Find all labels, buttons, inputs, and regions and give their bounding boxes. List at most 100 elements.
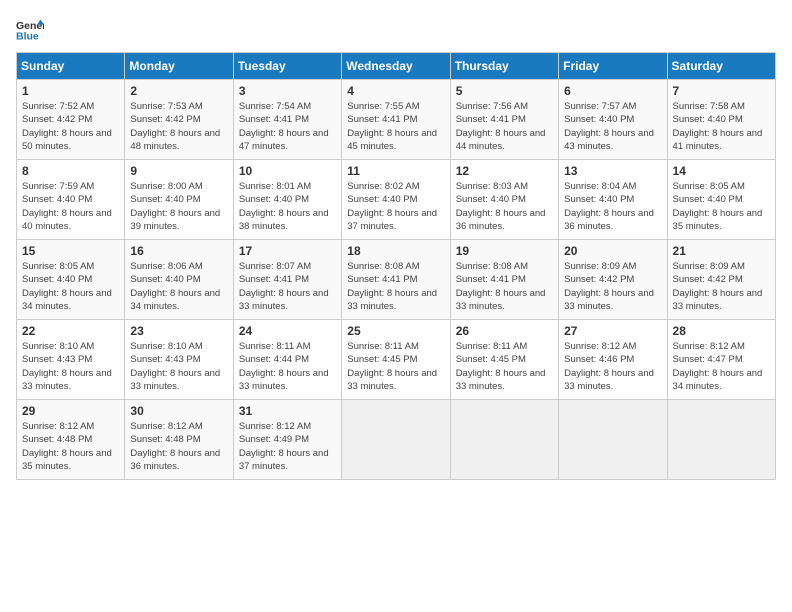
calendar-cell: 29 Sunrise: 8:12 AM Sunset: 4:48 PM Dayl… <box>17 400 125 480</box>
day-number: 9 <box>130 164 227 178</box>
day-number: 10 <box>239 164 336 178</box>
day-info: Sunrise: 8:03 AM Sunset: 4:40 PM Dayligh… <box>456 180 553 233</box>
logo-icon: General Blue <box>16 16 44 44</box>
calendar-cell: 6 Sunrise: 7:57 AM Sunset: 4:40 PM Dayli… <box>559 80 667 160</box>
calendar-cell: 14 Sunrise: 8:05 AM Sunset: 4:40 PM Dayl… <box>667 160 775 240</box>
day-number: 17 <box>239 244 336 258</box>
calendar-cell: 12 Sunrise: 8:03 AM Sunset: 4:40 PM Dayl… <box>450 160 558 240</box>
day-number: 19 <box>456 244 553 258</box>
calendar-cell: 28 Sunrise: 8:12 AM Sunset: 4:47 PM Dayl… <box>667 320 775 400</box>
day-number: 4 <box>347 84 444 98</box>
calendar-header-tuesday: Tuesday <box>233 53 341 80</box>
day-info: Sunrise: 8:11 AM Sunset: 4:45 PM Dayligh… <box>347 340 444 393</box>
calendar-cell: 16 Sunrise: 8:06 AM Sunset: 4:40 PM Dayl… <box>125 240 233 320</box>
day-info: Sunrise: 8:05 AM Sunset: 4:40 PM Dayligh… <box>673 180 770 233</box>
calendar-cell: 10 Sunrise: 8:01 AM Sunset: 4:40 PM Dayl… <box>233 160 341 240</box>
calendar-table: SundayMondayTuesdayWednesdayThursdayFrid… <box>16 52 776 480</box>
calendar-body: 1 Sunrise: 7:52 AM Sunset: 4:42 PM Dayli… <box>17 80 776 480</box>
header: General Blue <box>16 16 776 44</box>
calendar-cell <box>559 400 667 480</box>
day-number: 18 <box>347 244 444 258</box>
calendar-cell: 21 Sunrise: 8:09 AM Sunset: 4:42 PM Dayl… <box>667 240 775 320</box>
day-number: 16 <box>130 244 227 258</box>
calendar-cell: 18 Sunrise: 8:08 AM Sunset: 4:41 PM Dayl… <box>342 240 450 320</box>
day-info: Sunrise: 8:12 AM Sunset: 4:48 PM Dayligh… <box>130 420 227 473</box>
day-number: 26 <box>456 324 553 338</box>
calendar-cell: 20 Sunrise: 8:09 AM Sunset: 4:42 PM Dayl… <box>559 240 667 320</box>
day-info: Sunrise: 8:10 AM Sunset: 4:43 PM Dayligh… <box>130 340 227 393</box>
calendar-week-5: 29 Sunrise: 8:12 AM Sunset: 4:48 PM Dayl… <box>17 400 776 480</box>
calendar-cell: 2 Sunrise: 7:53 AM Sunset: 4:42 PM Dayli… <box>125 80 233 160</box>
day-info: Sunrise: 7:54 AM Sunset: 4:41 PM Dayligh… <box>239 100 336 153</box>
day-number: 25 <box>347 324 444 338</box>
day-number: 1 <box>22 84 119 98</box>
day-info: Sunrise: 7:59 AM Sunset: 4:40 PM Dayligh… <box>22 180 119 233</box>
calendar-cell: 11 Sunrise: 8:02 AM Sunset: 4:40 PM Dayl… <box>342 160 450 240</box>
day-number: 12 <box>456 164 553 178</box>
calendar-cell: 1 Sunrise: 7:52 AM Sunset: 4:42 PM Dayli… <box>17 80 125 160</box>
calendar-cell <box>342 400 450 480</box>
day-info: Sunrise: 8:12 AM Sunset: 4:49 PM Dayligh… <box>239 420 336 473</box>
day-info: Sunrise: 8:00 AM Sunset: 4:40 PM Dayligh… <box>130 180 227 233</box>
day-number: 29 <box>22 404 119 418</box>
day-info: Sunrise: 8:12 AM Sunset: 4:48 PM Dayligh… <box>22 420 119 473</box>
calendar-header-wednesday: Wednesday <box>342 53 450 80</box>
day-info: Sunrise: 8:10 AM Sunset: 4:43 PM Dayligh… <box>22 340 119 393</box>
calendar-cell: 5 Sunrise: 7:56 AM Sunset: 4:41 PM Dayli… <box>450 80 558 160</box>
day-number: 14 <box>673 164 770 178</box>
day-info: Sunrise: 7:52 AM Sunset: 4:42 PM Dayligh… <box>22 100 119 153</box>
calendar-cell: 24 Sunrise: 8:11 AM Sunset: 4:44 PM Dayl… <box>233 320 341 400</box>
day-number: 7 <box>673 84 770 98</box>
calendar-cell: 27 Sunrise: 8:12 AM Sunset: 4:46 PM Dayl… <box>559 320 667 400</box>
day-info: Sunrise: 7:53 AM Sunset: 4:42 PM Dayligh… <box>130 100 227 153</box>
calendar-header-monday: Monday <box>125 53 233 80</box>
day-number: 31 <box>239 404 336 418</box>
calendar-cell: 25 Sunrise: 8:11 AM Sunset: 4:45 PM Dayl… <box>342 320 450 400</box>
calendar-cell: 17 Sunrise: 8:07 AM Sunset: 4:41 PM Dayl… <box>233 240 341 320</box>
day-info: Sunrise: 8:09 AM Sunset: 4:42 PM Dayligh… <box>564 260 661 313</box>
day-number: 5 <box>456 84 553 98</box>
calendar-cell: 22 Sunrise: 8:10 AM Sunset: 4:43 PM Dayl… <box>17 320 125 400</box>
calendar-cell <box>450 400 558 480</box>
calendar-week-2: 8 Sunrise: 7:59 AM Sunset: 4:40 PM Dayli… <box>17 160 776 240</box>
day-info: Sunrise: 8:02 AM Sunset: 4:40 PM Dayligh… <box>347 180 444 233</box>
calendar-cell: 31 Sunrise: 8:12 AM Sunset: 4:49 PM Dayl… <box>233 400 341 480</box>
day-info: Sunrise: 7:55 AM Sunset: 4:41 PM Dayligh… <box>347 100 444 153</box>
day-number: 24 <box>239 324 336 338</box>
day-number: 13 <box>564 164 661 178</box>
day-number: 22 <box>22 324 119 338</box>
calendar-header-thursday: Thursday <box>450 53 558 80</box>
calendar-header-row: SundayMondayTuesdayWednesdayThursdayFrid… <box>17 53 776 80</box>
calendar-cell <box>667 400 775 480</box>
calendar-cell: 26 Sunrise: 8:11 AM Sunset: 4:45 PM Dayl… <box>450 320 558 400</box>
calendar-cell: 7 Sunrise: 7:58 AM Sunset: 4:40 PM Dayli… <box>667 80 775 160</box>
day-number: 21 <box>673 244 770 258</box>
calendar-cell: 23 Sunrise: 8:10 AM Sunset: 4:43 PM Dayl… <box>125 320 233 400</box>
day-info: Sunrise: 8:12 AM Sunset: 4:47 PM Dayligh… <box>673 340 770 393</box>
day-info: Sunrise: 8:09 AM Sunset: 4:42 PM Dayligh… <box>673 260 770 313</box>
calendar-header-sunday: Sunday <box>17 53 125 80</box>
calendar-week-3: 15 Sunrise: 8:05 AM Sunset: 4:40 PM Dayl… <box>17 240 776 320</box>
calendar-cell: 30 Sunrise: 8:12 AM Sunset: 4:48 PM Dayl… <box>125 400 233 480</box>
day-info: Sunrise: 8:05 AM Sunset: 4:40 PM Dayligh… <box>22 260 119 313</box>
day-info: Sunrise: 8:11 AM Sunset: 4:45 PM Dayligh… <box>456 340 553 393</box>
day-number: 27 <box>564 324 661 338</box>
day-number: 8 <box>22 164 119 178</box>
day-number: 23 <box>130 324 227 338</box>
calendar-cell: 3 Sunrise: 7:54 AM Sunset: 4:41 PM Dayli… <box>233 80 341 160</box>
day-info: Sunrise: 8:06 AM Sunset: 4:40 PM Dayligh… <box>130 260 227 313</box>
calendar-cell: 19 Sunrise: 8:08 AM Sunset: 4:41 PM Dayl… <box>450 240 558 320</box>
day-info: Sunrise: 7:58 AM Sunset: 4:40 PM Dayligh… <box>673 100 770 153</box>
day-info: Sunrise: 8:11 AM Sunset: 4:44 PM Dayligh… <box>239 340 336 393</box>
day-number: 6 <box>564 84 661 98</box>
day-info: Sunrise: 8:12 AM Sunset: 4:46 PM Dayligh… <box>564 340 661 393</box>
svg-text:Blue: Blue <box>16 31 39 43</box>
day-number: 28 <box>673 324 770 338</box>
calendar-cell: 8 Sunrise: 7:59 AM Sunset: 4:40 PM Dayli… <box>17 160 125 240</box>
calendar-cell: 15 Sunrise: 8:05 AM Sunset: 4:40 PM Dayl… <box>17 240 125 320</box>
day-number: 20 <box>564 244 661 258</box>
day-number: 3 <box>239 84 336 98</box>
day-number: 30 <box>130 404 227 418</box>
logo: General Blue <box>16 16 48 44</box>
day-number: 2 <box>130 84 227 98</box>
